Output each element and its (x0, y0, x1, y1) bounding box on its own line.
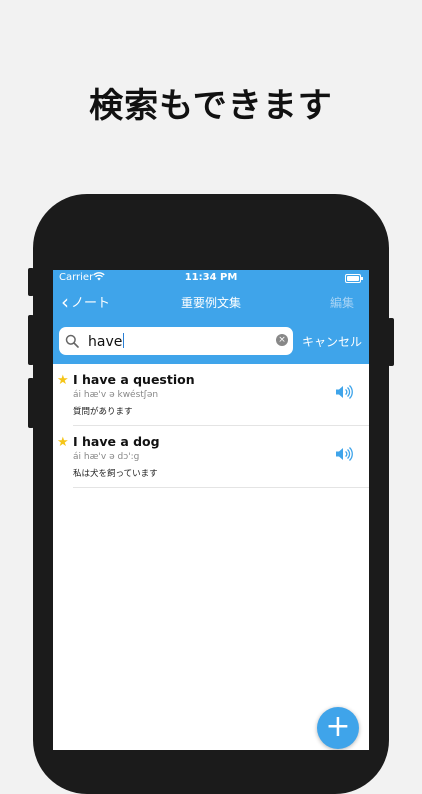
search-bar-row: have × キャンセル (53, 316, 369, 364)
cancel-button[interactable]: キャンセル (302, 333, 362, 350)
result-sentence: I have a dog (73, 434, 160, 449)
clear-search-icon[interactable]: × (276, 334, 288, 346)
search-results-list: ★ I have a question ái hæ'v ə kwéstʃən 質… (53, 364, 369, 488)
app-screen: Carrier 11:34 PM ‹ ノート 重要例文集 編集 have × キ… (53, 270, 369, 750)
search-query-text: have (88, 333, 125, 350)
phone-side-button-right (388, 318, 394, 366)
page-title: 重要例文集 (180, 296, 241, 310)
star-icon[interactable]: ★ (57, 435, 69, 450)
result-translation: 質問があります (73, 407, 133, 417)
result-sentence: I have a question (73, 372, 195, 387)
phone-side-button-left-3 (28, 378, 34, 428)
phone-side-button-left-1 (28, 268, 34, 296)
add-button[interactable]: + (317, 707, 359, 749)
text-caret (123, 333, 125, 348)
battery-icon (345, 274, 363, 283)
promo-headline: 検索もできます (89, 86, 333, 126)
navigation-bar: ‹ ノート 重要例文集 編集 (53, 286, 369, 316)
star-icon[interactable]: ★ (57, 373, 69, 388)
search-icon (65, 333, 79, 348)
search-input[interactable]: have × (59, 327, 293, 355)
result-pronunciation: ái hæ'v ə dɔ':g (73, 452, 140, 462)
status-time: 11:34 PM (184, 272, 238, 283)
phone-side-button-left-2 (28, 315, 34, 365)
speaker-icon[interactable] (335, 384, 355, 400)
result-row-1[interactable]: ★ I have a question ái hæ'v ə kwéstʃən 質… (57, 364, 369, 426)
result-row-2[interactable]: ★ I have a dog ái hæ'v ə dɔ':g 私は犬を飼っていま… (57, 426, 369, 488)
result-pronunciation: ái hæ'v ə kwéstʃən (73, 390, 159, 400)
status-bar: Carrier 11:34 PM (53, 270, 369, 286)
speaker-icon[interactable] (335, 446, 355, 462)
result-translation: 私は犬を飼っています (73, 469, 158, 479)
edit-button[interactable]: 編集 (330, 294, 354, 311)
